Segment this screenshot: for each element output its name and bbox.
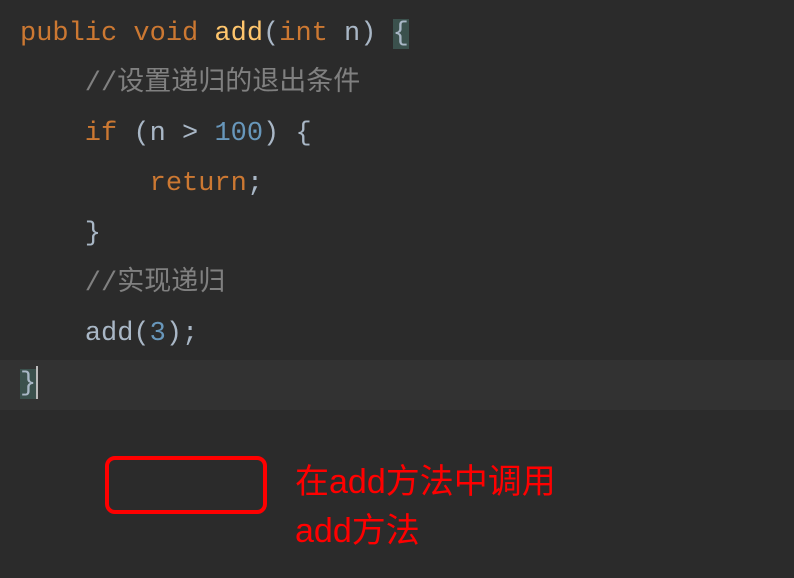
code-line-9: }	[0, 360, 794, 410]
keyword-void: void	[117, 19, 198, 49]
code-line-7: //实现递归	[0, 260, 794, 310]
code-line-5: }	[0, 210, 794, 260]
method-add: add	[198, 19, 263, 49]
brace-open: {	[393, 19, 409, 49]
code-line-1: public void add(int n) {	[0, 10, 794, 60]
keyword-if: if	[20, 119, 117, 149]
paren-open: (	[263, 19, 279, 49]
annotation-text: 在add方法中调用 add方法	[295, 458, 556, 557]
keyword-public: public	[20, 19, 117, 49]
cursor-icon	[36, 366, 38, 398]
indent	[20, 319, 85, 349]
number-3: 3	[150, 319, 166, 349]
close-brace: }	[20, 219, 101, 249]
number-100: 100	[214, 119, 263, 149]
code-line-8: add(3);	[0, 310, 794, 360]
annotation-line-2: add方法	[295, 507, 556, 556]
code-line-2: //设置递归的退出条件	[0, 60, 794, 110]
call-add: add(	[85, 319, 150, 349]
condition: (n >	[117, 119, 214, 149]
code-line-3: if (n > 100) {	[0, 110, 794, 160]
call-end: );	[166, 319, 198, 349]
brace-close: }	[20, 369, 36, 399]
annotation-line-1: 在add方法中调用	[295, 458, 556, 507]
semicolon: ;	[247, 169, 263, 199]
param-n: n)	[328, 19, 393, 49]
comment-exit: //设置递归的退出条件	[20, 69, 360, 99]
keyword-int: int	[279, 19, 328, 49]
comment-recurse: //实现递归	[20, 269, 225, 299]
code-line-4: return;	[0, 160, 794, 210]
keyword-return: return	[20, 169, 247, 199]
code-block: public void add(int n) { //设置递归的退出条件 if …	[0, 10, 794, 410]
highlight-box	[105, 456, 267, 514]
if-end: ) {	[263, 119, 312, 149]
